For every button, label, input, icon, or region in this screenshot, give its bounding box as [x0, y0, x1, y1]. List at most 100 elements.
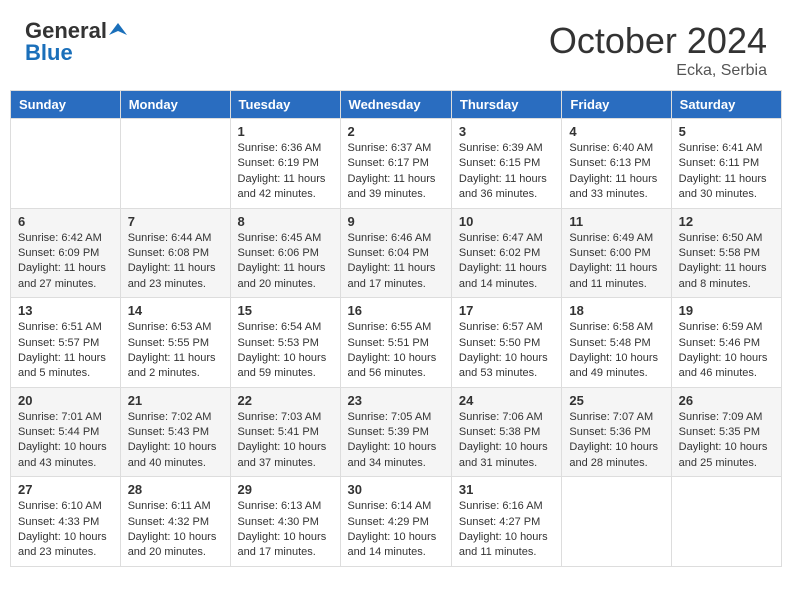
- location-subtitle: Ecka, Serbia: [549, 62, 767, 80]
- day-number: 28: [128, 482, 223, 497]
- sunrise-text: Sunrise: 6:59 AM: [679, 320, 774, 335]
- sunset-text: Sunset: 5:58 PM: [679, 246, 774, 261]
- day-info: Sunrise: 6:50 AMSunset: 5:58 PMDaylight:…: [679, 231, 774, 293]
- day-number: 17: [459, 303, 554, 318]
- day-number: 9: [348, 214, 444, 229]
- sunset-text: Sunset: 6:11 PM: [679, 156, 774, 171]
- day-info: Sunrise: 7:02 AMSunset: 5:43 PMDaylight:…: [128, 410, 223, 472]
- daylight-text: Daylight: 10 hours and 53 minutes.: [459, 351, 554, 382]
- daylight-text: Daylight: 11 hours and 27 minutes.: [18, 261, 113, 292]
- day-info: Sunrise: 6:14 AMSunset: 4:29 PMDaylight:…: [348, 499, 444, 561]
- sunrise-text: Sunrise: 6:42 AM: [18, 231, 113, 246]
- daylight-text: Daylight: 11 hours and 17 minutes.: [348, 261, 444, 292]
- sunset-text: Sunset: 6:08 PM: [128, 246, 223, 261]
- day-info: Sunrise: 6:47 AMSunset: 6:02 PMDaylight:…: [459, 231, 554, 293]
- day-number: 5: [679, 124, 774, 139]
- sunset-text: Sunset: 5:41 PM: [238, 425, 333, 440]
- sunrise-text: Sunrise: 6:10 AM: [18, 499, 113, 514]
- sunset-text: Sunset: 5:35 PM: [679, 425, 774, 440]
- daylight-text: Daylight: 11 hours and 23 minutes.: [128, 261, 223, 292]
- day-info: Sunrise: 6:11 AMSunset: 4:32 PMDaylight:…: [128, 499, 223, 561]
- calendar-week-row: 13Sunrise: 6:51 AMSunset: 5:57 PMDayligh…: [11, 298, 782, 388]
- page-header: General Blue October 2024 Ecka, Serbia: [10, 10, 782, 85]
- calendar-cell: 11Sunrise: 6:49 AMSunset: 6:00 PMDayligh…: [562, 208, 671, 298]
- daylight-text: Daylight: 10 hours and 20 minutes.: [128, 530, 223, 561]
- daylight-text: Daylight: 10 hours and 56 minutes.: [348, 351, 444, 382]
- day-info: Sunrise: 6:16 AMSunset: 4:27 PMDaylight:…: [459, 499, 554, 561]
- calendar-cell: 22Sunrise: 7:03 AMSunset: 5:41 PMDayligh…: [230, 387, 340, 477]
- sunset-text: Sunset: 5:43 PM: [128, 425, 223, 440]
- day-number: 13: [18, 303, 113, 318]
- day-info: Sunrise: 6:59 AMSunset: 5:46 PMDaylight:…: [679, 320, 774, 382]
- calendar-week-row: 6Sunrise: 6:42 AMSunset: 6:09 PMDaylight…: [11, 208, 782, 298]
- calendar-header-monday: Monday: [120, 91, 230, 119]
- sunset-text: Sunset: 5:53 PM: [238, 336, 333, 351]
- day-number: 29: [238, 482, 333, 497]
- day-info: Sunrise: 7:03 AMSunset: 5:41 PMDaylight:…: [238, 410, 333, 472]
- day-info: Sunrise: 7:05 AMSunset: 5:39 PMDaylight:…: [348, 410, 444, 472]
- sunset-text: Sunset: 6:06 PM: [238, 246, 333, 261]
- calendar-cell: [671, 477, 781, 567]
- daylight-text: Daylight: 11 hours and 14 minutes.: [459, 261, 554, 292]
- logo-blue-text: Blue: [25, 42, 73, 64]
- calendar-cell: [11, 119, 121, 209]
- daylight-text: Daylight: 10 hours and 11 minutes.: [459, 530, 554, 561]
- calendar-cell: 27Sunrise: 6:10 AMSunset: 4:33 PMDayligh…: [11, 477, 121, 567]
- daylight-text: Daylight: 11 hours and 2 minutes.: [128, 351, 223, 382]
- title-block: October 2024 Ecka, Serbia: [549, 20, 767, 80]
- day-number: 15: [238, 303, 333, 318]
- calendar-cell: 17Sunrise: 6:57 AMSunset: 5:50 PMDayligh…: [451, 298, 561, 388]
- day-number: 19: [679, 303, 774, 318]
- sunset-text: Sunset: 6:09 PM: [18, 246, 113, 261]
- day-info: Sunrise: 7:07 AMSunset: 5:36 PMDaylight:…: [569, 410, 663, 472]
- calendar-cell: 20 Sunrise: 7:01 AMSunset: 5:44 PMDayligh…: [11, 387, 121, 477]
- calendar-cell: 14Sunrise: 6:53 AMSunset: 5:55 PMDayligh…: [120, 298, 230, 388]
- daylight-text: Daylight: 10 hours and 34 minutes.: [348, 440, 444, 471]
- sunrise-text: Sunrise: 6:50 AM: [679, 231, 774, 246]
- day-number: 31: [459, 482, 554, 497]
- calendar-cell: 29Sunrise: 6:13 AMSunset: 4:30 PMDayligh…: [230, 477, 340, 567]
- calendar-header-thursday: Thursday: [451, 91, 561, 119]
- day-number: 12: [679, 214, 774, 229]
- day-number: 3: [459, 124, 554, 139]
- sunset-text: Sunset: 5:38 PM: [459, 425, 554, 440]
- calendar-cell: [120, 119, 230, 209]
- sunrise-text: Sunrise: 7:05 AM: [348, 410, 444, 425]
- daylight-text: Daylight: 10 hours and 46 minutes.: [679, 351, 774, 382]
- daylight-text: Daylight: 10 hours and 23 minutes.: [18, 530, 113, 561]
- sunset-text: Sunset: 5:39 PM: [348, 425, 444, 440]
- calendar-cell: 10Sunrise: 6:47 AMSunset: 6:02 PMDayligh…: [451, 208, 561, 298]
- calendar-cell: 21Sunrise: 7:02 AMSunset: 5:43 PMDayligh…: [120, 387, 230, 477]
- day-info: Sunrise: 6:49 AMSunset: 6:00 PMDaylight:…: [569, 231, 663, 293]
- sunrise-text: Sunrise: 6:37 AM: [348, 141, 444, 156]
- day-number: 20: [18, 393, 113, 408]
- daylight-text: Daylight: 10 hours and 31 minutes.: [459, 440, 554, 471]
- day-number: 1: [238, 124, 333, 139]
- sunset-text: Sunset: 4:29 PM: [348, 515, 444, 530]
- sunset-text: Sunset: 6:02 PM: [459, 246, 554, 261]
- sunrise-text: Sunrise: 7:06 AM: [459, 410, 554, 425]
- day-info: Sunrise: 6:40 AMSunset: 6:13 PMDaylight:…: [569, 141, 663, 203]
- calendar-cell: 9Sunrise: 6:46 AMSunset: 6:04 PMDaylight…: [340, 208, 451, 298]
- daylight-text: Daylight: 10 hours and 40 minutes.: [128, 440, 223, 471]
- day-info: Sunrise: 6:42 AMSunset: 6:09 PMDaylight:…: [18, 231, 113, 293]
- sunset-text: Sunset: 5:57 PM: [18, 336, 113, 351]
- daylight-text: Daylight: 10 hours and 25 minutes.: [679, 440, 774, 471]
- logo-bird-icon: [109, 21, 127, 39]
- day-info: Sunrise: 6:36 AMSunset: 6:19 PMDaylight:…: [238, 141, 333, 203]
- daylight-text: Daylight: 10 hours and 43 minutes.: [18, 440, 113, 471]
- month-title: October 2024: [549, 20, 767, 62]
- sunrise-text: Sunrise: 6:54 AM: [238, 320, 333, 335]
- daylight-text: Daylight: 10 hours and 49 minutes.: [569, 351, 663, 382]
- day-number: 6: [18, 214, 113, 229]
- day-number: 25: [569, 393, 663, 408]
- calendar-cell: 6 Sunrise: 6:42 AMSunset: 6:09 PMDaylight…: [11, 208, 121, 298]
- day-number: 2: [348, 124, 444, 139]
- day-info: Sunrise: 7:01 AMSunset: 5:44 PMDaylight:…: [18, 410, 113, 472]
- calendar-cell: 26Sunrise: 7:09 AMSunset: 5:35 PMDayligh…: [671, 387, 781, 477]
- daylight-text: Daylight: 11 hours and 42 minutes.: [238, 172, 333, 203]
- sunrise-text: Sunrise: 6:36 AM: [238, 141, 333, 156]
- sunrise-text: Sunrise: 6:16 AM: [459, 499, 554, 514]
- calendar-header-row: SundayMondayTuesdayWednesdayThursdayFrid…: [11, 91, 782, 119]
- calendar-cell: 25 Sunrise: 7:07 AMSunset: 5:36 PMDayligh…: [562, 387, 671, 477]
